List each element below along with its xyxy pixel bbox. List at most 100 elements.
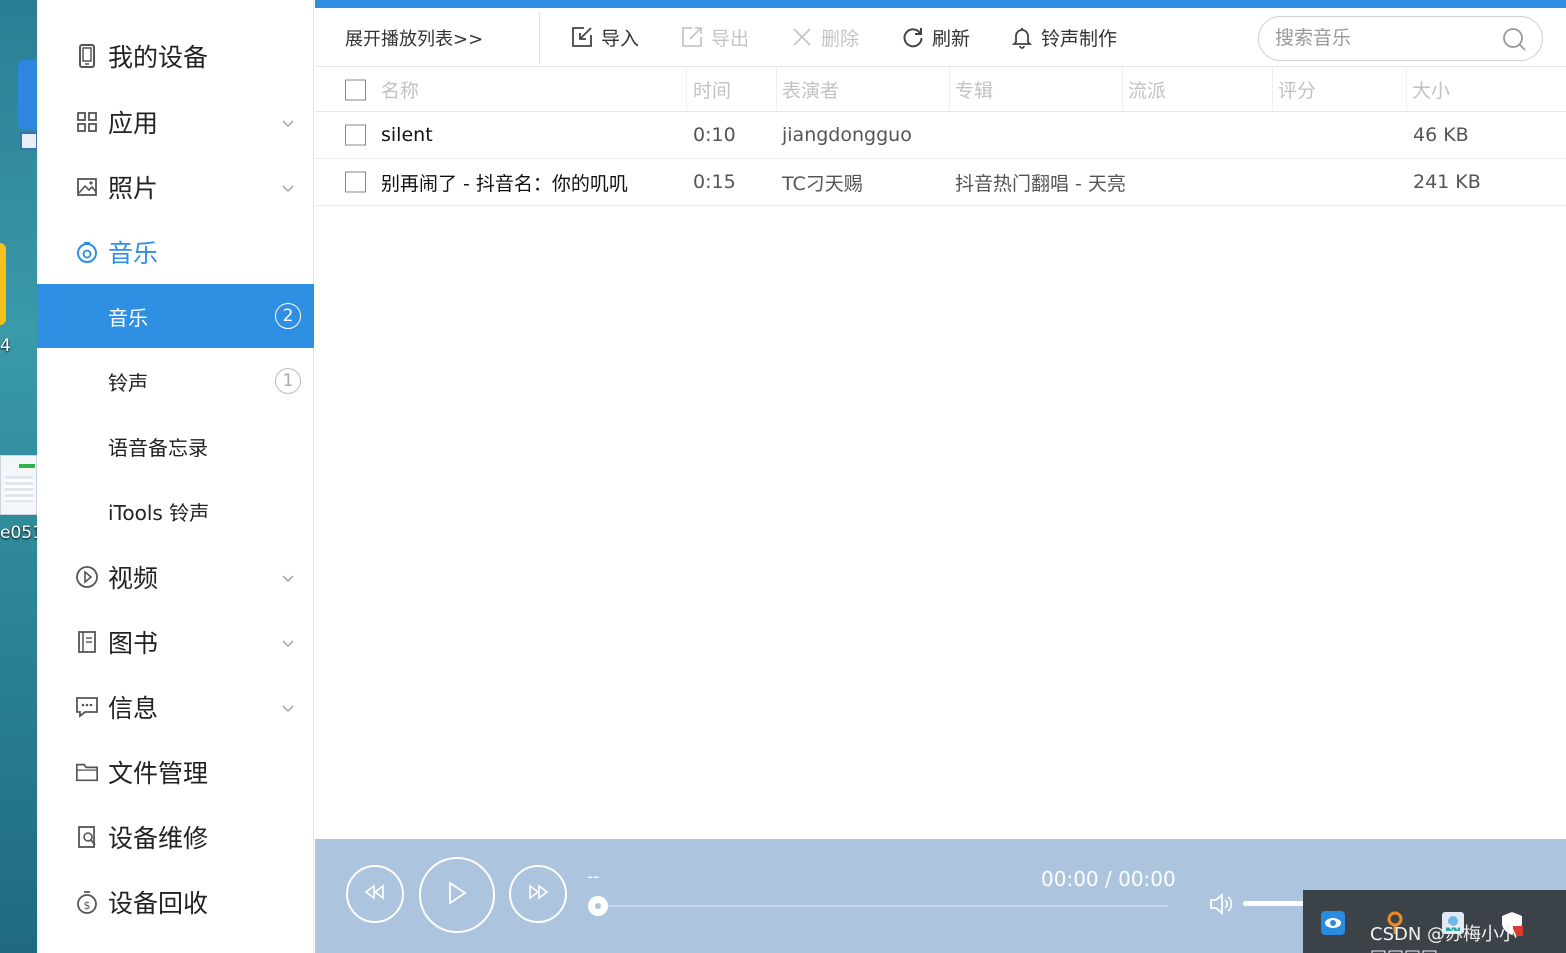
- column-header-size[interactable]: 大小: [1412, 68, 1450, 111]
- sidebar-item-label: 文件管理: [108, 759, 209, 788]
- cell-name: silent: [381, 124, 433, 146]
- sidebar-subitem-label: 铃声: [108, 370, 148, 395]
- sidebar-item-device-repair[interactable]: 设备维修: [37, 805, 314, 869]
- desktop-background: 4 e051: [0, 0, 37, 953]
- ringtone-maker-button[interactable]: 铃声制作: [1009, 22, 1117, 52]
- desktop-document-icon[interactable]: [0, 455, 37, 515]
- refresh-icon: [900, 24, 926, 50]
- import-button[interactable]: 导入: [569, 22, 639, 52]
- table-row[interactable]: 别再闹了 - 抖音名：你的叽叽 0:15 TC刁天赐 抖音热门翻唱 - 天亮 2…: [315, 159, 1566, 206]
- music-panel: 展开播放列表>> 导入 导出 删除 刷新 铃声制作 搜索音乐 名称 时间 表演者…: [315, 8, 1566, 953]
- music-icon: [75, 240, 99, 264]
- table-header: 名称 时间 表演者 专辑 流派 评分 大小: [315, 68, 1566, 112]
- previous-button[interactable]: [346, 865, 404, 923]
- book-icon: [75, 630, 99, 654]
- sidebar-item-apps[interactable]: 应用: [37, 90, 314, 154]
- volume-fill: [1243, 901, 1308, 906]
- sidebar-item-music[interactable]: 音乐: [37, 220, 314, 284]
- column-header-artist[interactable]: 表演者: [782, 68, 839, 111]
- column-header-album[interactable]: 专辑: [955, 68, 993, 111]
- delete-label: 删除: [821, 27, 860, 50]
- chevron-down-icon: [281, 115, 295, 129]
- cell-time: 0:10: [693, 124, 736, 146]
- column-separator[interactable]: [1122, 68, 1123, 112]
- sidebar-subitem-itools-ringtones[interactable]: iTools 铃声: [37, 479, 314, 543]
- column-separator[interactable]: [776, 68, 777, 112]
- cell-size: 241 KB: [1413, 171, 1481, 193]
- column-header-name[interactable]: 名称: [381, 68, 419, 111]
- desktop-icon-label: e051: [0, 523, 37, 543]
- column-header-genre[interactable]: 流派: [1128, 68, 1166, 111]
- sidebar-subitem-label: 音乐: [108, 305, 148, 330]
- refresh-button[interactable]: 刷新: [900, 22, 970, 52]
- column-header-time[interactable]: 时间: [693, 68, 731, 111]
- sidebar-item-file-manager[interactable]: 文件管理: [37, 740, 314, 804]
- sidebar-item-device-recycle[interactable]: $ 设备回收: [37, 870, 314, 934]
- repair-icon: [75, 825, 99, 849]
- sidebar-item-photos[interactable]: 照片: [37, 155, 314, 219]
- close-icon: [789, 24, 815, 50]
- expand-playlist-link[interactable]: 展开播放列表>>: [345, 25, 483, 51]
- desktop-shortcut-icon[interactable]: [20, 132, 37, 150]
- column-separator[interactable]: [686, 68, 687, 112]
- row-checkbox[interactable]: [345, 124, 366, 146]
- chevron-down-icon: [281, 700, 295, 714]
- sidebar-item-label: 照片: [108, 174, 159, 203]
- select-all-checkbox[interactable]: [345, 79, 366, 100]
- sidebar-subitem-music[interactable]: 音乐 2: [37, 284, 314, 348]
- playback-time: 00:00 / 00:00: [1041, 867, 1176, 891]
- cell-time: 0:15: [693, 171, 736, 193]
- sidebar-item-books[interactable]: 图书: [37, 610, 314, 674]
- sidebar-subitem-ringtones[interactable]: 铃声 1: [37, 349, 314, 413]
- play-button[interactable]: [419, 857, 495, 933]
- sidebar-item-label: 我的设备: [108, 43, 209, 72]
- progress-handle[interactable]: [588, 896, 608, 916]
- desktop-folder-icon[interactable]: [0, 243, 6, 325]
- fast-forward-icon: [526, 884, 550, 904]
- import-label: 导入: [601, 27, 640, 50]
- chevron-down-icon: [281, 180, 295, 194]
- next-button[interactable]: [509, 865, 567, 923]
- sidebar-item-label: 音乐: [108, 239, 159, 268]
- svg-text:$: $: [84, 899, 91, 912]
- search-icon[interactable]: [1501, 26, 1527, 52]
- itools-window: 我的设备 应用 照片 音乐 音乐 2 铃声 1 语音备忘录 iTools 铃声 …: [37, 0, 1566, 953]
- sidebar-item-my-device[interactable]: 我的设备: [37, 24, 314, 88]
- csdn-watermark: CSDN @苏梅小小□□□□: [1370, 924, 1518, 953]
- desktop-app-icon[interactable]: [18, 60, 37, 130]
- count-badge: 2: [275, 303, 301, 329]
- rewind-icon: [363, 884, 387, 904]
- sidebar-item-label: 设备维修: [108, 824, 209, 853]
- phone-icon: [75, 44, 99, 68]
- volume-icon[interactable]: [1208, 891, 1234, 917]
- cell-album: 抖音热门翻唱 - 天亮: [955, 172, 1126, 195]
- toolbar: 展开播放列表>> 导入 导出 删除 刷新 铃声制作: [315, 8, 1566, 67]
- column-header-rating[interactable]: 评分: [1278, 68, 1316, 111]
- sidebar-subitem-voice-memos[interactable]: 语音备忘录: [37, 414, 314, 478]
- cell-artist: jiangdongguo: [782, 124, 912, 146]
- play-icon: [446, 880, 468, 910]
- sidebar-item-label: 视频: [108, 564, 159, 593]
- track-title: --: [587, 867, 600, 887]
- column-separator[interactable]: [1406, 68, 1407, 112]
- column-separator[interactable]: [1272, 68, 1273, 112]
- app-eye-icon[interactable]: [1320, 910, 1346, 936]
- search-input[interactable]: [1275, 25, 1495, 51]
- progress-bar[interactable]: [598, 905, 1168, 907]
- table-row[interactable]: silent 0:10 jiangdongguo 46 KB: [315, 112, 1566, 159]
- sidebar-item-label: 图书: [108, 629, 159, 658]
- export-button[interactable]: 导出: [679, 22, 749, 52]
- column-separator[interactable]: [949, 68, 950, 112]
- window-accent-bar: [315, 0, 1566, 8]
- cell-size: 46 KB: [1413, 124, 1469, 146]
- row-checkbox[interactable]: [345, 171, 366, 193]
- export-icon: [679, 24, 705, 50]
- delete-button[interactable]: 删除: [789, 22, 859, 52]
- ringtone-maker-label: 铃声制作: [1041, 27, 1118, 50]
- sidebar-item-label: 设备回收: [108, 889, 209, 918]
- sidebar-item-video[interactable]: 视频: [37, 545, 314, 609]
- sidebar-item-messages[interactable]: 信息: [37, 675, 314, 739]
- refresh-label: 刷新: [932, 27, 971, 50]
- count-badge: 1: [275, 368, 301, 394]
- import-icon: [569, 24, 595, 50]
